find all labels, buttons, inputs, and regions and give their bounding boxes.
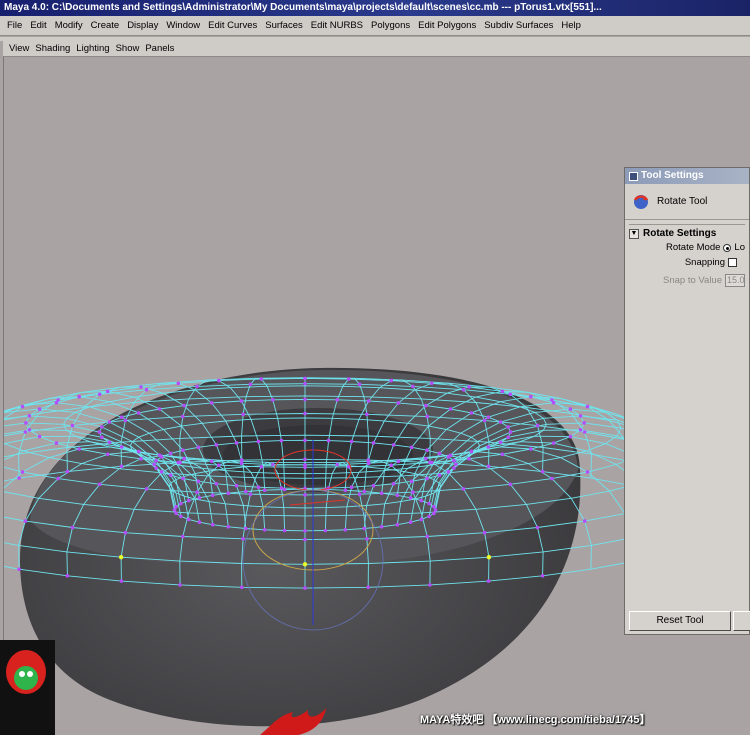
rotate-mode-radio[interactable] — [723, 243, 732, 252]
app-title: Maya 4.0: C:\Documents and Settings\Admi… — [4, 2, 602, 13]
menu-edit-polygons[interactable]: Edit Polygons — [414, 20, 480, 31]
panel-menu-view[interactable]: View — [6, 43, 32, 54]
watermark-text: MAYA特效吧 【www.linecg.com/tieba/1745】 — [420, 714, 651, 726]
tool-settings-title: Tool Settings — [641, 170, 704, 181]
tool-header: Rotate Tool — [625, 184, 749, 220]
menu-edit-nurbs[interactable]: Edit NURBS — [307, 20, 367, 31]
panel-menu-lighting[interactable]: Lighting — [73, 43, 112, 54]
menu-help[interactable]: Help — [557, 20, 585, 31]
panel-menubar: View Shading Lighting Show Panels — [3, 41, 750, 57]
snap-value-label: Snap to Value — [663, 275, 722, 286]
menu-polygons[interactable]: Polygons — [367, 20, 414, 31]
snap-value-field[interactable]: 15.00 — [725, 274, 745, 287]
menu-surfaces[interactable]: Surfaces — [261, 20, 307, 31]
menu-file[interactable]: File — [3, 20, 26, 31]
tool-settings-window[interactable]: Tool Settings Rotate Tool ▼ Rotate Setti… — [624, 167, 750, 635]
gaia-logo — [0, 640, 55, 735]
rotate-settings-title: Rotate Settings — [643, 228, 717, 239]
main-menubar: File Edit Modify Create Display Window E… — [0, 16, 750, 36]
menu-modify[interactable]: Modify — [51, 20, 87, 31]
snapping-row: Snapping — [629, 255, 745, 270]
menu-subdiv-surfaces[interactable]: Subdiv Surfaces — [480, 20, 557, 31]
rotate-mode-label: Rotate Mode — [666, 242, 721, 253]
window-icon — [629, 171, 638, 181]
rotate-mode-row: Rotate Mode Lo — [629, 240, 745, 255]
panel-menu-shading[interactable]: Shading — [32, 43, 73, 54]
collapse-arrow-icon[interactable]: ▼ — [629, 228, 639, 239]
snapping-checkbox[interactable] — [728, 258, 737, 267]
menu-display[interactable]: Display — [123, 20, 162, 31]
flame-logo — [260, 708, 326, 735]
rotate-settings-header[interactable]: ▼ Rotate Settings — [629, 224, 745, 240]
panel-menu-show[interactable]: Show — [113, 43, 143, 54]
app-title-bar: Maya 4.0: C:\Documents and Settings\Admi… — [0, 0, 750, 16]
close-button[interactable] — [733, 611, 750, 631]
tool-settings-titlebar[interactable]: Tool Settings — [625, 168, 749, 184]
panel-menu-panels[interactable]: Panels — [142, 43, 177, 54]
reset-tool-button[interactable]: Reset Tool — [629, 611, 731, 631]
snapping-label: Snapping — [684, 257, 725, 268]
menu-edit-curves[interactable]: Edit Curves — [204, 20, 261, 31]
tool-name: Rotate Tool — [657, 196, 708, 207]
menu-edit[interactable]: Edit — [26, 20, 50, 31]
rotate-tool-icon — [631, 192, 651, 212]
menu-create[interactable]: Create — [87, 20, 124, 31]
rotate-mode-value[interactable]: Lo — [734, 242, 745, 253]
rotate-settings-section: ▼ Rotate Settings Rotate Mode Lo Snappin… — [625, 224, 749, 288]
snap-value-row: Snap to Value 15.00 — [629, 273, 745, 288]
menu-window[interactable]: Window — [162, 20, 204, 31]
